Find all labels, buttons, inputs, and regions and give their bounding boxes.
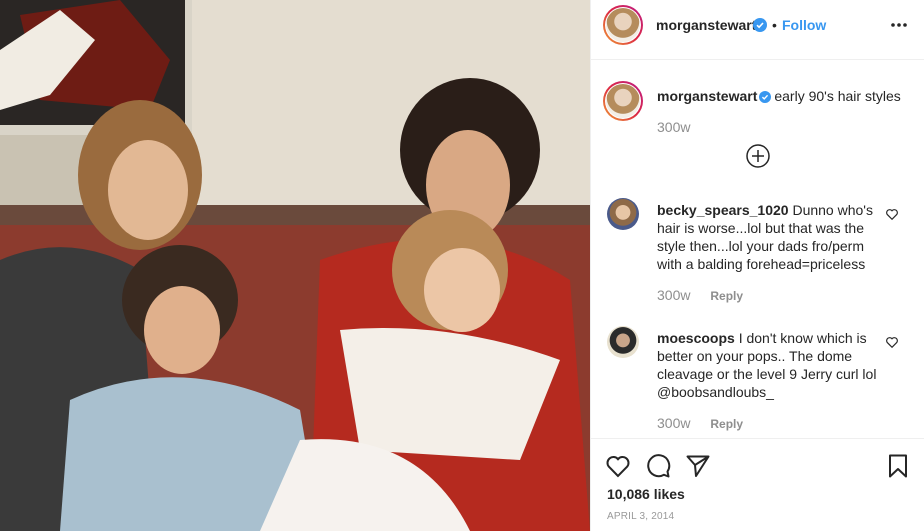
- post-date: April 3, 2014: [607, 511, 675, 522]
- comment-like-heart-icon[interactable]: [885, 207, 899, 221]
- comment-timestamp[interactable]: 300w: [657, 415, 690, 431]
- comment-bubble-icon[interactable]: [645, 453, 671, 479]
- commenter-avatar[interactable]: [607, 198, 639, 230]
- heart-icon[interactable]: [605, 453, 631, 479]
- comment-username[interactable]: moescoops: [657, 330, 735, 346]
- header-separator: •: [772, 17, 777, 33]
- comment-item: moescoops I don't know which is better o…: [657, 329, 879, 401]
- caption-username[interactable]: morganstewart: [657, 88, 757, 104]
- comment-meta: 300w Reply: [657, 415, 743, 431]
- more-options-icon[interactable]: [889, 15, 909, 35]
- reply-button[interactable]: Reply: [710, 417, 743, 431]
- post-header: morganstewart • Follow: [591, 0, 924, 60]
- likes-count[interactable]: 10,086 likes: [607, 486, 685, 502]
- follow-button[interactable]: Follow: [782, 17, 826, 33]
- comment-meta: 300w Reply: [657, 287, 743, 303]
- paper-plane-icon[interactable]: [685, 453, 711, 479]
- commenter-avatar[interactable]: [607, 326, 639, 358]
- post-photo[interactable]: [0, 0, 590, 531]
- comment-like-heart-icon[interactable]: [885, 335, 899, 349]
- post-caption: morganstewart early 90's hair styles: [657, 87, 907, 105]
- author-avatar[interactable]: [603, 5, 643, 45]
- post-sidebar: morganstewart • Follow morganstewart earl…: [590, 0, 924, 531]
- author-username[interactable]: morganstewart: [656, 17, 756, 33]
- post-photo-illustration: [0, 0, 590, 531]
- verified-badge-icon: [759, 91, 772, 104]
- load-more-comments-icon[interactable]: [745, 143, 771, 169]
- post-actions: 10,086 likes April 3, 2014: [591, 438, 924, 531]
- comment-username[interactable]: becky_spears_1020: [657, 202, 789, 218]
- reply-button[interactable]: Reply: [710, 289, 743, 303]
- caption-author-avatar[interactable]: [603, 81, 643, 121]
- verified-badge-icon: [753, 18, 767, 32]
- bookmark-icon[interactable]: [885, 453, 911, 479]
- caption-timestamp[interactable]: 300w: [657, 119, 690, 135]
- caption-text: early 90's hair styles: [774, 88, 901, 104]
- comment-item: becky_spears_1020 Dunno who's hair is wo…: [657, 201, 879, 273]
- comment-timestamp[interactable]: 300w: [657, 287, 690, 303]
